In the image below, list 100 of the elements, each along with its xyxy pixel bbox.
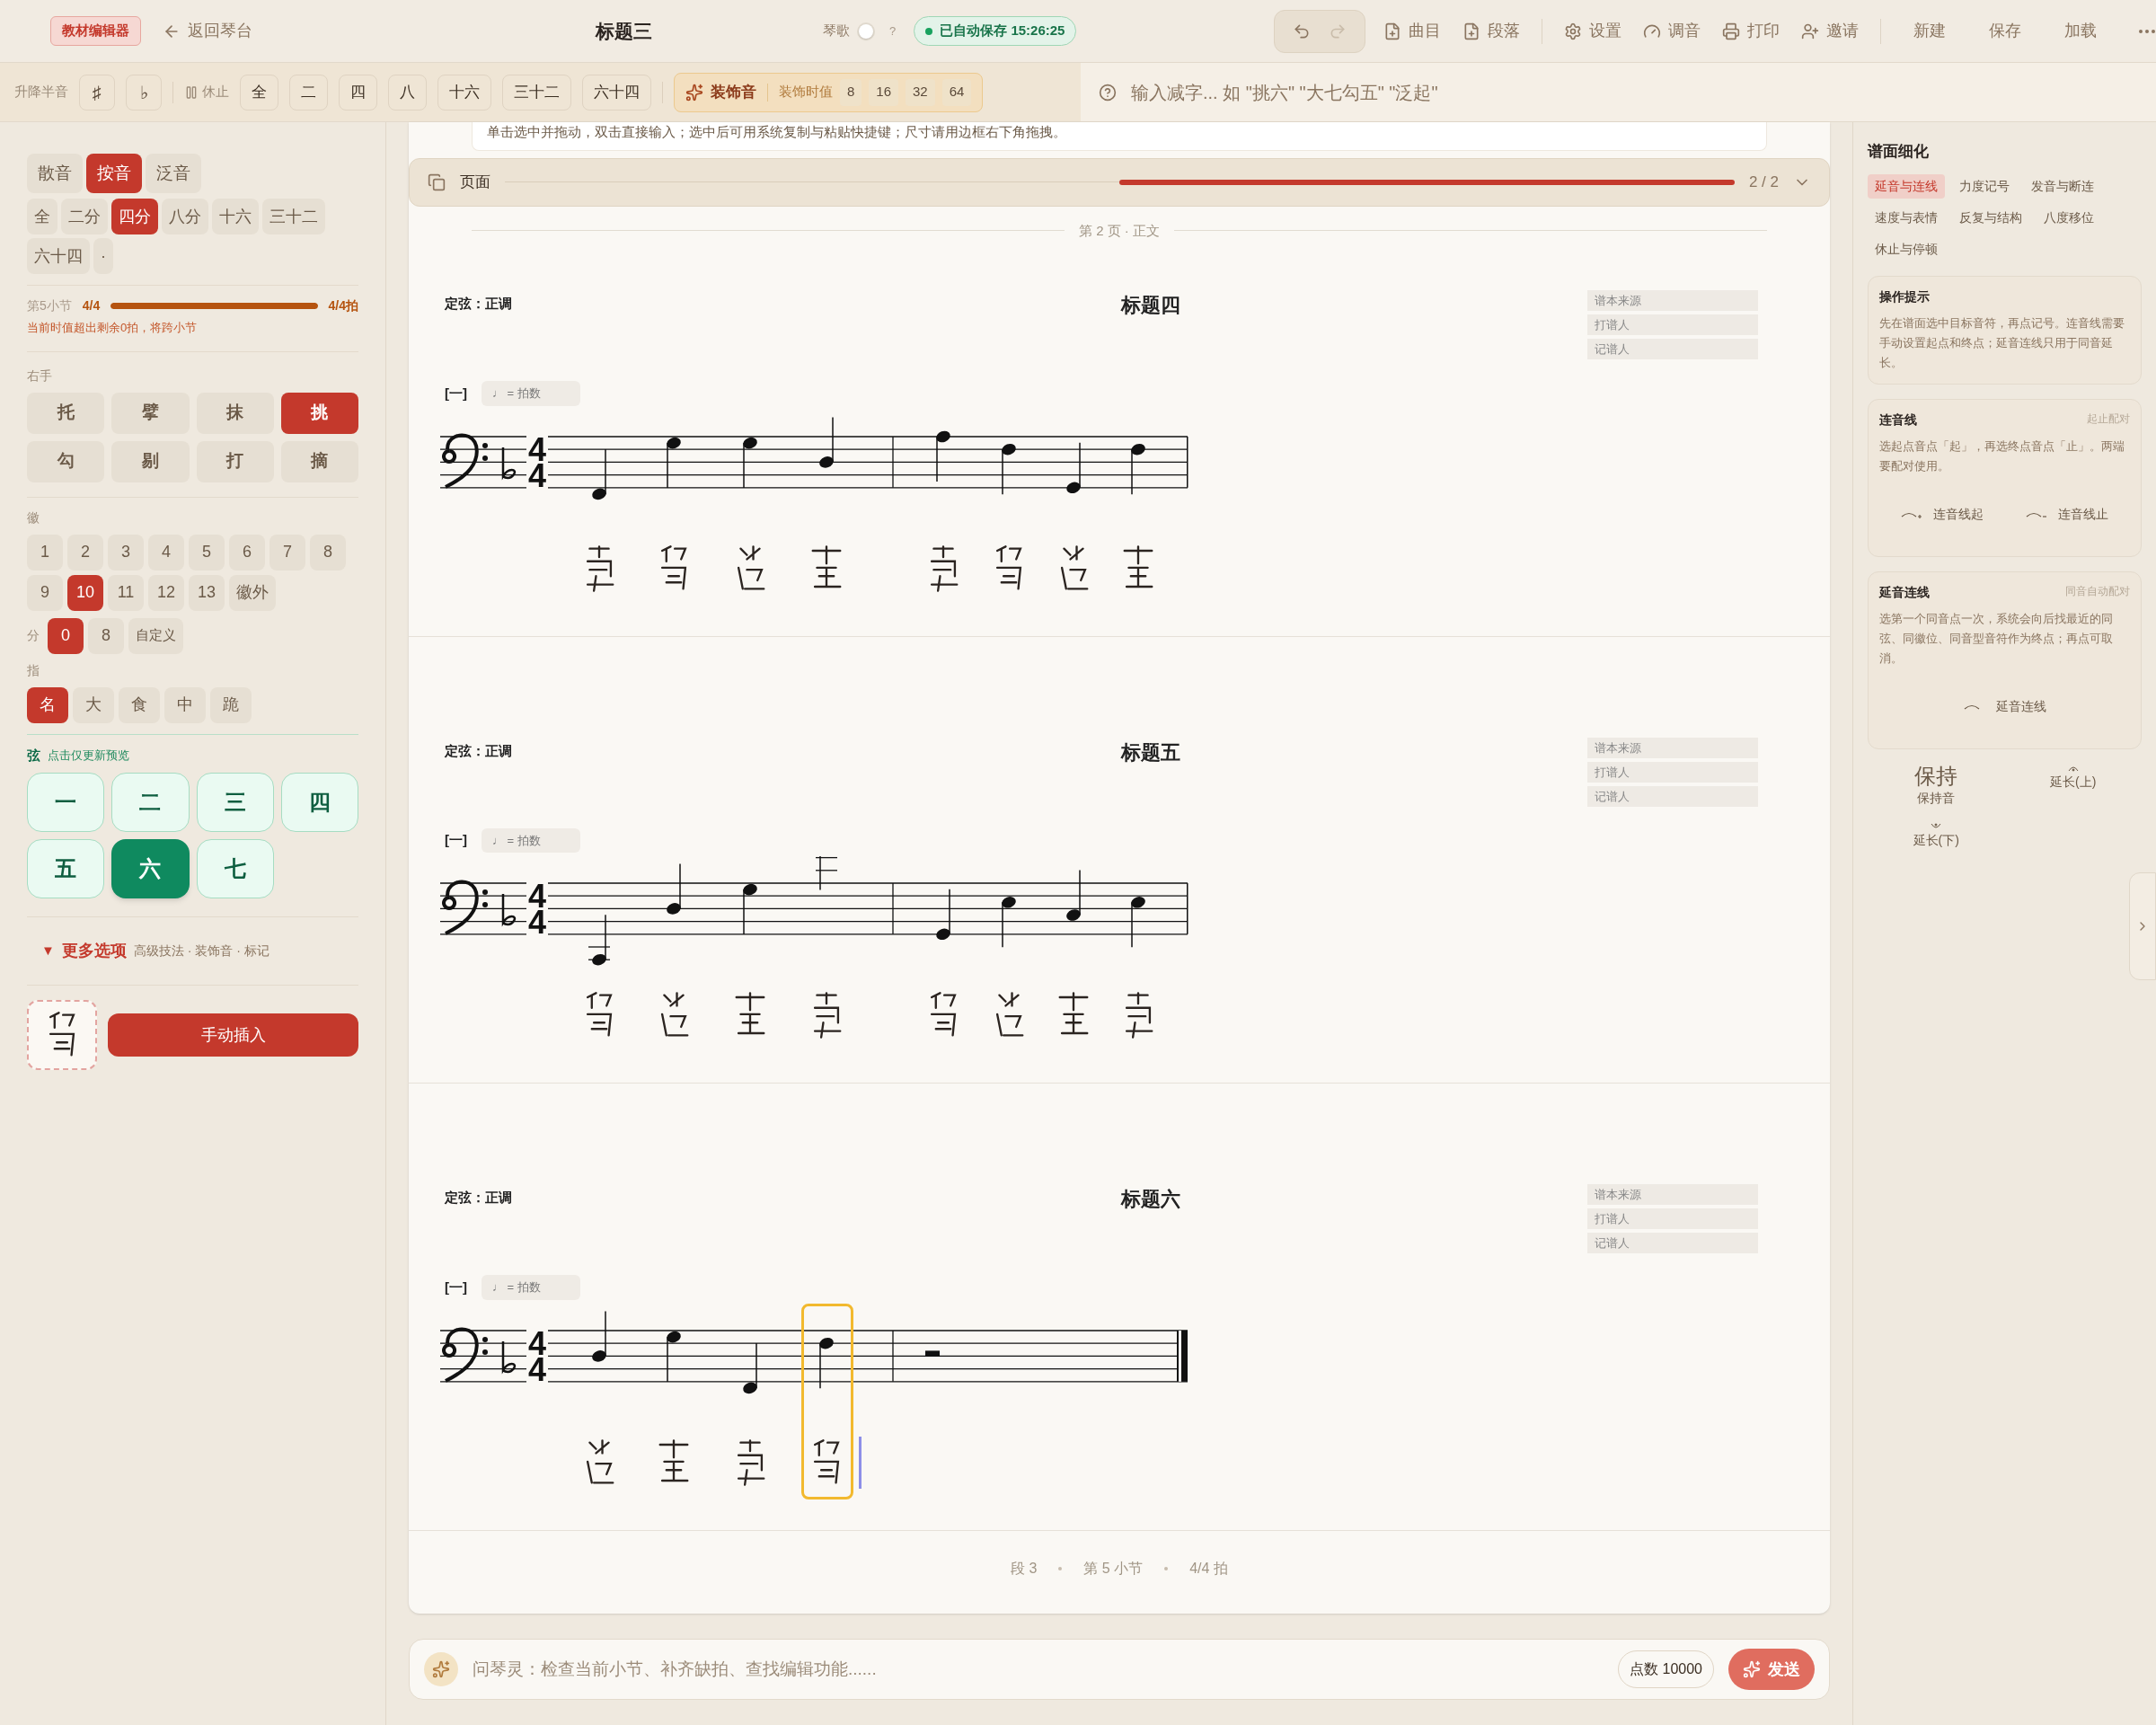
option-button[interactable]: 食 bbox=[119, 686, 160, 723]
string-button[interactable]: 七 bbox=[196, 839, 274, 898]
option-button[interactable]: 三十二 bbox=[262, 199, 325, 234]
ornament-duration-button[interactable]: 16 bbox=[869, 78, 899, 106]
note-drawing[interactable] bbox=[1131, 897, 1145, 949]
note-drawing[interactable] bbox=[936, 889, 950, 941]
jianzi-input-field[interactable]: 输入减字... 如 "挑六" "大七勾五" "泛起" bbox=[1131, 78, 2138, 106]
note-drawing[interactable] bbox=[1002, 897, 1016, 949]
meta-field[interactable]: 谱本来源 bbox=[1587, 737, 1758, 758]
option-button[interactable]: 9 bbox=[27, 574, 63, 611]
toolbar-button[interactable]: 保存 bbox=[1978, 19, 2033, 43]
rest-button[interactable]: 八 bbox=[388, 74, 427, 111]
note-drawing[interactable] bbox=[743, 1341, 757, 1393]
notation-button[interactable]: 保持 保持音 bbox=[1868, 763, 2005, 808]
option-button[interactable]: 自定义 bbox=[128, 617, 183, 654]
option-button[interactable]: 10 bbox=[67, 574, 103, 611]
note-drawing[interactable] bbox=[1066, 869, 1081, 921]
toolbar-button[interactable]: 新建 bbox=[1903, 19, 1957, 43]
note-drawing[interactable] bbox=[1066, 441, 1081, 493]
notation-button[interactable]: 延音连线 bbox=[1963, 696, 2046, 716]
option-button[interactable]: 托 bbox=[27, 392, 105, 434]
assistant-input-field[interactable]: 问琴灵：检查当前小节、补齐缺拍、查找编辑功能...... bbox=[473, 1656, 1604, 1683]
rest-button[interactable]: 二 bbox=[289, 74, 328, 111]
option-button[interactable]: 2 bbox=[67, 534, 103, 571]
toolbar-button[interactable]: 设置 bbox=[1564, 19, 1622, 43]
option-button[interactable]: 大 bbox=[73, 686, 114, 723]
option-button[interactable]: 摘 bbox=[280, 440, 358, 482]
note-drawing[interactable] bbox=[592, 447, 606, 500]
string-button[interactable]: 二 bbox=[111, 773, 190, 832]
option-button[interactable]: 勾 bbox=[27, 440, 105, 482]
option-button[interactable]: · bbox=[93, 238, 113, 274]
note-drawing[interactable] bbox=[936, 430, 950, 482]
ornament-duration-button[interactable]: 64 bbox=[941, 78, 972, 106]
meta-field[interactable]: 打谱人 bbox=[1587, 314, 1758, 335]
assistant-input-bar[interactable]: 问琴灵：检查当前小节、补齐缺拍、查找编辑功能...... 点数 10000 发送 bbox=[409, 1639, 1830, 1700]
string-button[interactable]: 三 bbox=[196, 773, 274, 832]
jianzi-input-bar[interactable]: 输入减字... 如 "挑六" "大七勾五" "泛起" bbox=[1081, 63, 2156, 121]
note-drawing[interactable] bbox=[592, 1310, 606, 1362]
rest-button[interactable]: 三十二 bbox=[502, 74, 571, 111]
selected-note-frame[interactable] bbox=[801, 1303, 853, 1499]
option-button[interactable]: 二分 bbox=[61, 199, 108, 234]
option-button[interactable]: 按音 bbox=[86, 154, 142, 193]
option-button[interactable]: 抹 bbox=[196, 392, 274, 434]
tempo-tag[interactable]: ♩ = 拍数 bbox=[482, 1275, 580, 1300]
option-button[interactable]: 十六 bbox=[212, 199, 259, 234]
meta-field[interactable]: 记谱人 bbox=[1587, 1233, 1758, 1253]
ornament-duration-button[interactable]: 8 bbox=[840, 78, 862, 106]
option-button[interactable]: 5 bbox=[189, 534, 225, 571]
toolbar-button[interactable]: 邀请 bbox=[1801, 19, 1860, 43]
category-tab[interactable]: 速度与表情 bbox=[1868, 205, 1945, 230]
meta-field[interactable]: 打谱人 bbox=[1587, 761, 1758, 783]
note-drawing[interactable] bbox=[667, 862, 681, 915]
accidental-button[interactable]: ♯ bbox=[79, 74, 115, 111]
string-button[interactable]: 一 bbox=[27, 773, 105, 832]
note-drawing[interactable] bbox=[819, 1337, 834, 1389]
meta-field[interactable]: 谱本来源 bbox=[1587, 1184, 1758, 1205]
category-tab[interactable]: 延音与连线 bbox=[1868, 173, 1945, 199]
option-button[interactable]: 泛音 bbox=[146, 154, 201, 193]
option-button[interactable]: 徽外 bbox=[229, 574, 276, 611]
option-button[interactable]: 8 bbox=[88, 617, 124, 654]
tempo-tag[interactable]: ♩ = 拍数 bbox=[482, 827, 580, 853]
accidental-button[interactable]: ♭ bbox=[126, 74, 162, 111]
option-button[interactable]: 6 bbox=[229, 534, 265, 571]
note-drawing[interactable] bbox=[815, 856, 838, 891]
option-button[interactable]: 散音 bbox=[27, 154, 83, 193]
send-button[interactable]: 发送 bbox=[1728, 1649, 1815, 1690]
note-drawing[interactable] bbox=[819, 416, 834, 468]
category-tab[interactable]: 八度移位 bbox=[2037, 205, 2101, 230]
rest-button[interactable]: 全 bbox=[240, 74, 278, 111]
notation-button[interactable]: 延长(下) bbox=[1868, 821, 2005, 850]
option-button[interactable]: 11 bbox=[108, 574, 144, 611]
option-button[interactable]: 打 bbox=[196, 440, 274, 482]
category-tab[interactable]: 发音与断连 bbox=[2024, 173, 2101, 199]
category-tab[interactable]: 力度记号 bbox=[1952, 173, 2017, 199]
note-drawing[interactable] bbox=[1131, 443, 1145, 495]
string-button[interactable]: 五 bbox=[27, 839, 105, 898]
toolbar-button[interactable]: 段落 bbox=[1462, 19, 1521, 43]
meta-field[interactable]: 谱本来源 bbox=[1587, 290, 1758, 311]
option-button[interactable]: 8 bbox=[310, 534, 346, 571]
note-drawing[interactable] bbox=[588, 914, 611, 966]
option-button[interactable]: 3 bbox=[108, 534, 144, 571]
note-drawing[interactable] bbox=[1002, 443, 1016, 495]
toolbar-button[interactable]: 调音 bbox=[1643, 19, 1701, 43]
option-button[interactable]: 12 bbox=[148, 574, 184, 611]
option-button[interactable]: 剔 bbox=[111, 440, 190, 482]
option-button[interactable]: 中 bbox=[164, 686, 206, 723]
meta-field[interactable]: 打谱人 bbox=[1587, 1208, 1758, 1229]
toolbar-button[interactable]: 曲目 bbox=[1383, 19, 1442, 43]
rest-button[interactable]: 十六 bbox=[437, 74, 491, 111]
string-button[interactable]: 六 bbox=[111, 839, 190, 898]
meta-field[interactable]: 记谱人 bbox=[1587, 785, 1758, 807]
option-button[interactable]: 八分 bbox=[162, 199, 208, 234]
toolbar-button[interactable]: 加载 bbox=[2054, 19, 2108, 43]
note-drawing[interactable] bbox=[743, 437, 757, 489]
option-button[interactable]: 7 bbox=[270, 534, 305, 571]
note-drawing[interactable] bbox=[667, 437, 681, 489]
option-button[interactable]: 挑 bbox=[280, 392, 358, 434]
option-button[interactable]: 0 bbox=[48, 617, 84, 654]
category-tab[interactable]: 休止与停顿 bbox=[1868, 236, 1945, 261]
note-drawing[interactable] bbox=[743, 883, 757, 935]
